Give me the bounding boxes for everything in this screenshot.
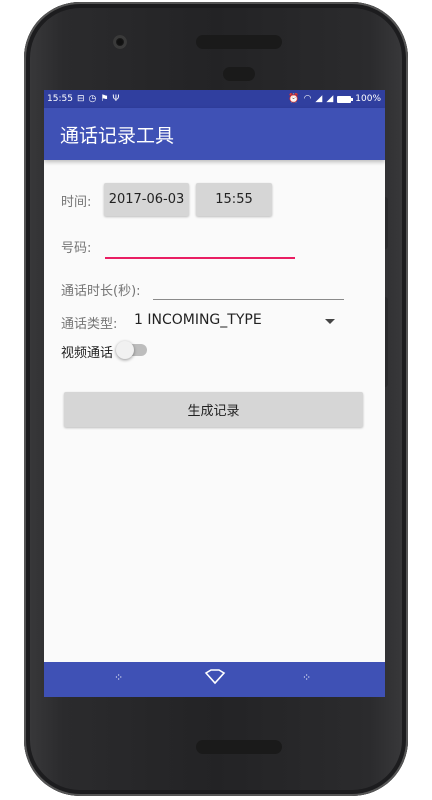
number-input-underline (105, 257, 295, 259)
app-bar: 通话记录工具 (44, 108, 385, 160)
earpiece-speaker (196, 35, 282, 49)
switch-thumb (116, 341, 134, 359)
duration-input[interactable] (153, 278, 343, 298)
call-type-selected: 1 INCOMING_TYPE (134, 312, 262, 328)
video-call-switch[interactable] (116, 340, 150, 360)
notification-icon: ⊟ (76, 94, 85, 104)
status-bar: 15:55 ⊟ ◷ ⚑ Ψ ⏰ ◠ ◢ ◢ 100% (44, 90, 385, 108)
time-picker-button[interactable]: 15:55 (196, 183, 272, 216)
alarm-icon: ⏰ (288, 94, 300, 104)
chevron-down-icon (325, 319, 335, 324)
number-label: 号码: (61, 241, 92, 256)
call-type-label: 通话类型: (61, 317, 118, 332)
screen: 15:55 ⊟ ◷ ⚑ Ψ ⏰ ◠ ◢ ◢ 100% 通话记录工具 时间: 20… (44, 90, 385, 697)
video-call-label: 视频通话 (61, 346, 114, 361)
duration-input-underline (153, 299, 344, 300)
sensor-slot (223, 67, 255, 81)
front-camera (113, 35, 127, 49)
call-type-spinner[interactable]: 1 INCOMING_TYPE (130, 308, 342, 334)
generate-record-button[interactable]: 生成记录 (64, 392, 363, 427)
status-time: 15:55 (47, 94, 73, 104)
bottom-speaker (196, 740, 282, 754)
usb-icon: Ψ (112, 94, 120, 104)
number-input[interactable] (105, 236, 295, 256)
android-icon: ⚑ (100, 94, 109, 104)
wifi-icon: ◠ (303, 94, 312, 104)
duration-label: 通话时长(秒): (61, 284, 141, 299)
home-icon[interactable] (204, 669, 226, 689)
recents-icon[interactable]: ⁘ (302, 671, 311, 684)
date-picker-button[interactable]: 2017-06-03 (104, 183, 189, 216)
back-icon[interactable]: ⁘ (114, 671, 123, 684)
battery-percent: 100% (355, 94, 381, 104)
navigation-bar: ⁘ ⁘ (44, 662, 385, 697)
signal-icon: ◢ (315, 94, 323, 104)
time-label: 时间: (61, 195, 92, 210)
app-title: 通话记录工具 (60, 125, 175, 147)
signal-icon: ◢ (326, 94, 334, 104)
clock-icon: ◷ (88, 94, 97, 104)
battery-icon (337, 95, 354, 103)
